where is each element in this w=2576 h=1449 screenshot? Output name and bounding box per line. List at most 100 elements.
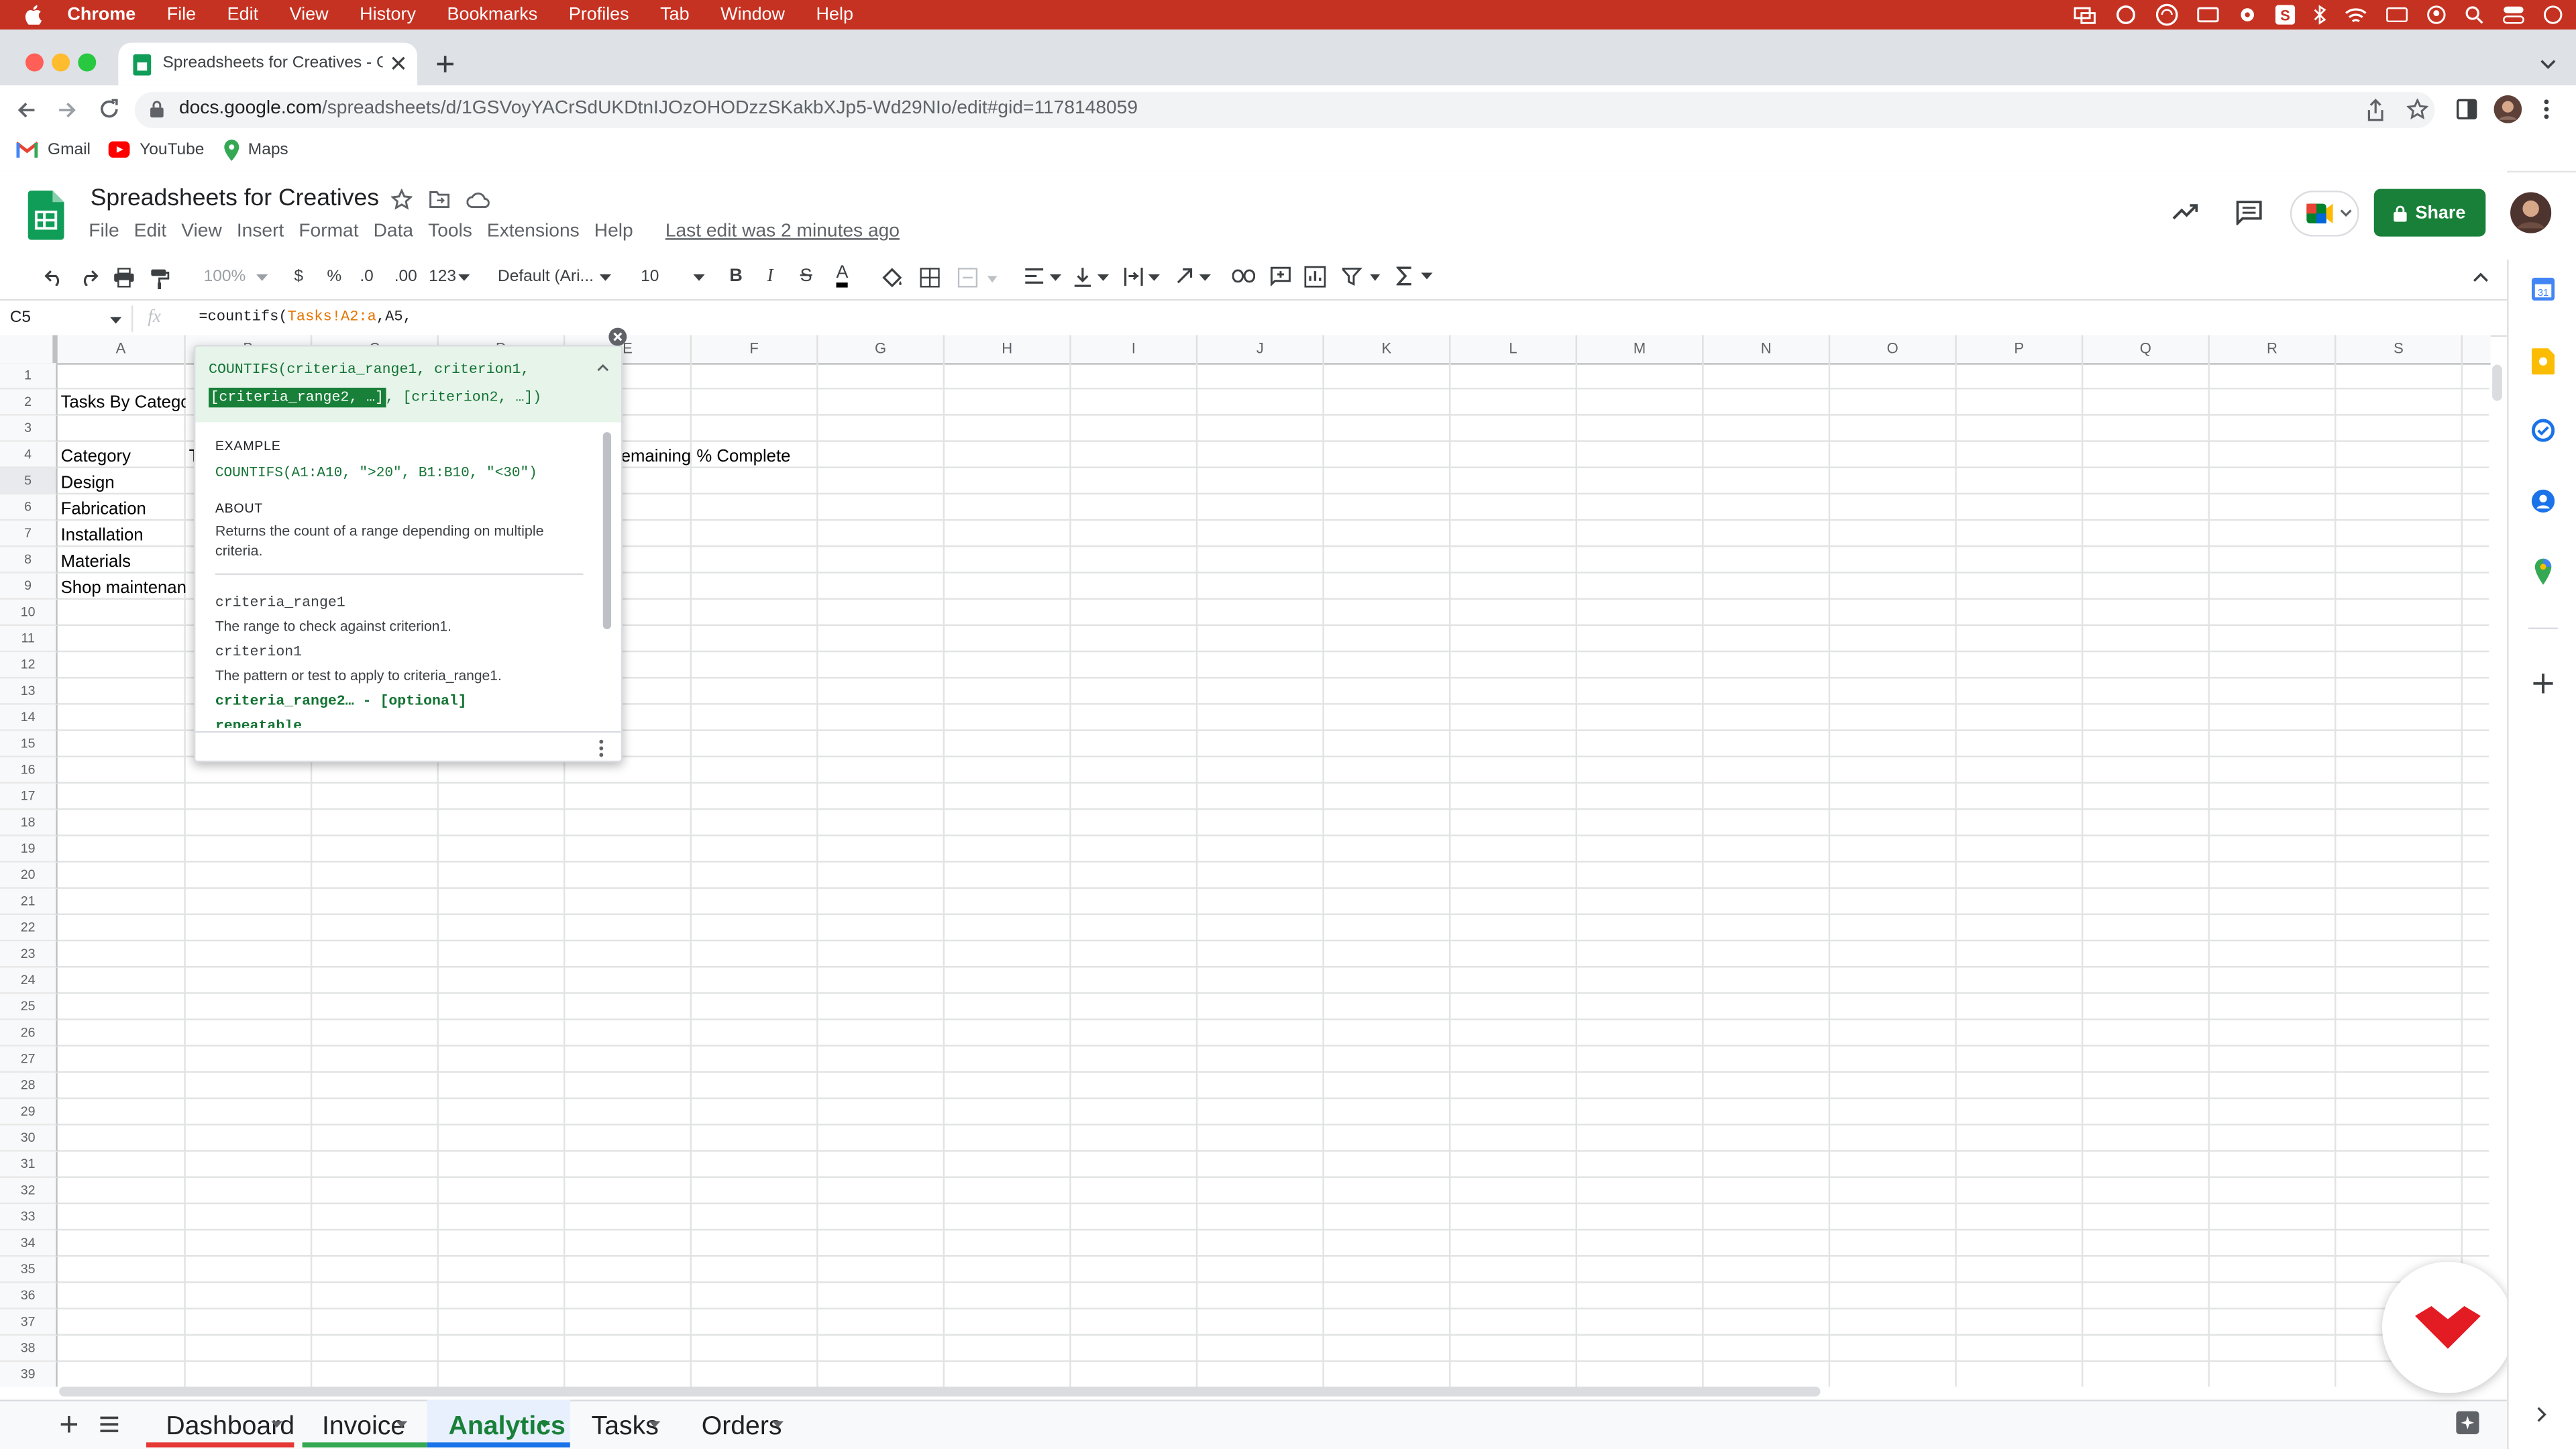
strikethrough-button[interactable]: S [800,266,812,286]
more-formats-button[interactable]: 123 [429,268,456,286]
move-folder-icon[interactable] [429,191,450,209]
keep-icon[interactable] [2531,348,2555,375]
side-panel-icon[interactable] [2456,99,2477,120]
row-header-34[interactable]: 34 [0,1230,58,1257]
row-header-3[interactable]: 3 [0,415,58,442]
row-header-25[interactable]: 25 [0,994,58,1020]
increase-decimal-button[interactable]: .00 [394,268,417,286]
bookmark-maps[interactable]: Maps [248,142,288,160]
row-header-37[interactable]: 37 [0,1309,58,1336]
row-header-11[interactable]: 11 [0,626,58,653]
row-header-31[interactable]: 31 [0,1151,58,1178]
vertical-align-icon[interactable] [1074,266,1114,288]
collapse-chevron-icon[interactable] [596,363,610,372]
column-header-a[interactable]: A [58,335,186,364]
percent-format-button[interactable]: % [327,268,341,286]
select-all-corner[interactable] [0,335,58,364]
cell-e4[interactable]: emaining [621,443,691,470]
column-header-n[interactable]: N [1704,335,1831,364]
undo-icon[interactable] [44,270,64,286]
wifi-icon[interactable] [2345,6,2367,24]
row-header-1[interactable]: 1 [0,363,58,390]
all-sheets-icon[interactable] [100,1416,119,1432]
sheet-tab-orders[interactable]: Orders [680,1400,795,1446]
name-box[interactable]: C5 [10,309,31,327]
column-header-p[interactable]: P [1957,335,2084,364]
collapse-toolbar-icon[interactable] [2473,272,2489,283]
borders-icon[interactable] [920,268,940,288]
address-bar[interactable]: docs.google.com/spreadsheets/d/1GSVoyYAC… [134,92,2435,129]
lock-icon[interactable] [150,100,164,118]
column-header-l[interactable]: L [1450,335,1578,364]
keyboard-icon[interactable] [2385,7,2408,23]
column-header-r[interactable]: R [2210,335,2337,364]
expand-panel-chevron-icon[interactable] [2536,1406,2546,1422]
menu-chrome[interactable]: Chrome [67,5,136,24]
row-header-35[interactable]: 35 [0,1256,58,1283]
column-header-s[interactable]: S [2336,335,2463,364]
cell-a9[interactable]: Shop maintenan [61,575,186,601]
more-options-icon[interactable] [598,739,604,757]
cell-a7[interactable]: Installation [61,523,144,549]
docs-menu-tools[interactable]: Tools [428,222,472,241]
fill-color-icon[interactable] [881,266,904,289]
row-header-15[interactable]: 15 [0,731,58,757]
insert-chart-icon[interactable] [1304,266,1326,288]
row-header-10[interactable]: 10 [0,599,58,627]
back-arrow-icon[interactable] [16,100,36,119]
add-sheet-icon[interactable] [60,1416,78,1433]
comments-icon[interactable] [2236,201,2262,225]
apple-icon[interactable] [25,5,43,25]
docs-menu-format[interactable]: Format [299,222,358,241]
row-header-13[interactable]: 13 [0,678,58,705]
maps-icon[interactable] [2533,558,2553,585]
paint-format-icon[interactable] [150,268,170,290]
cell-a5[interactable]: Design [61,470,115,496]
column-header-f[interactable]: F [692,335,818,364]
insert-comment-icon[interactable] [1270,266,1291,288]
bold-button[interactable]: B [729,266,742,286]
text-color-button[interactable]: A [836,263,849,288]
youtube-icon[interactable] [108,141,130,158]
document-title[interactable]: Spreadsheets for Creatives [91,186,379,212]
docs-menu-edit[interactable]: Edit [134,222,167,241]
add-addon-icon[interactable] [2533,674,2553,694]
docs-menu-view[interactable]: View [181,222,222,241]
bookmark-gmail[interactable]: Gmail [48,142,91,160]
last-edit-link[interactable]: Last edit was 2 minutes ago [665,222,900,241]
currency-format-button[interactable]: $ [294,268,303,286]
popup-scrollbar[interactable] [602,432,612,629]
horizontal-scrollbar[interactable] [59,1386,1821,1397]
horizontal-align-icon[interactable] [1025,268,1065,286]
row-header-18[interactable]: 18 [0,810,58,837]
control-center-icon[interactable] [2502,5,2525,24]
docs-menu-help[interactable]: Help [594,222,633,241]
menu-file[interactable]: File [167,5,196,24]
tab-search-chevron-icon[interactable] [2540,58,2556,71]
kebab-menu-icon[interactable] [2543,99,2550,120]
window-zoom-button[interactable] [77,52,97,72]
bluetooth-icon[interactable] [2313,5,2326,25]
menu-history[interactable]: History [360,5,416,24]
docs-menu-data[interactable]: Data [374,222,414,241]
row-header-33[interactable]: 33 [0,1204,58,1231]
font-family-select[interactable]: Default (Ari... [498,268,594,286]
share-page-icon[interactable] [2366,99,2385,121]
share-button[interactable]: Share [2373,189,2486,237]
font-size-select[interactable]: 10 [641,268,659,286]
cloud-saved-icon[interactable] [466,191,490,209]
row-header-21[interactable]: 21 [0,888,58,916]
activity-trend-icon[interactable] [2172,202,2198,221]
row-header-7[interactable]: 7 [0,521,58,547]
cell-a2[interactable]: Tasks By Categor [61,389,186,415]
text-wrapping-icon[interactable] [1124,266,1163,288]
row-header-27[interactable]: 27 [0,1046,58,1073]
explore-icon[interactable] [2456,1411,2479,1434]
row-header-36[interactable]: 36 [0,1283,58,1309]
row-header-22[interactable]: 22 [0,915,58,942]
cell-f4[interactable]: % Complete [696,443,790,470]
browser-tab-active[interactable]: Spreadsheets for Creatives - G [118,42,418,86]
zoom-select[interactable]: 100% [204,268,246,286]
sheet-tab-tasks[interactable]: Tasks [574,1400,676,1446]
profile-avatar[interactable] [2493,95,2522,123]
